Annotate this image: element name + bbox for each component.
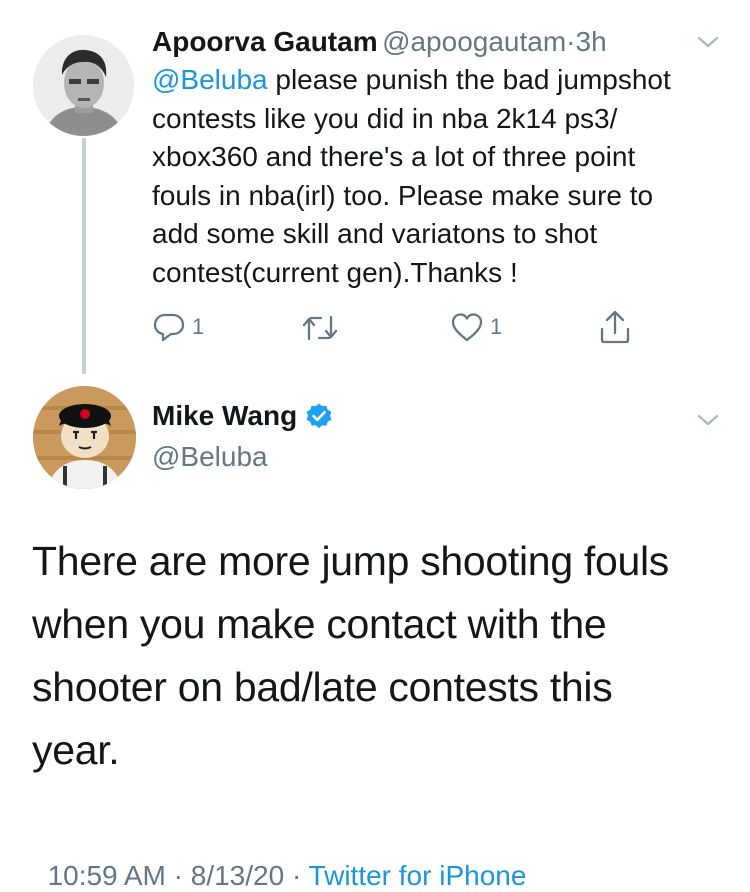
reply-text-line-5: add some skill and variatons to shot: [152, 218, 598, 249]
avatar-photo: [33, 35, 134, 136]
verified-badge-icon: [306, 403, 332, 429]
reply-icon: [153, 313, 185, 342]
like-icon: [451, 313, 483, 342]
main-author-name[interactable]: Mike Wang: [152, 400, 297, 432]
like-button[interactable]: 1: [450, 311, 502, 343]
reply-text-line-3: xbox360 and there's a lot of three point: [152, 141, 636, 172]
main-text-line-3: shooter on bad/late contests this: [32, 664, 613, 710]
reply-author-name[interactable]: Apoorva Gautam: [152, 26, 378, 57]
main-text-line-4: year.: [32, 727, 120, 773]
avatar-illustration: [33, 386, 136, 489]
share-button[interactable]: [598, 309, 632, 345]
reply-text-line-2: contests like you did in nba 2k14 ps3/: [152, 102, 618, 134]
tweet-source-link[interactable]: Twitter for iPhone: [309, 860, 527, 891]
main-chevron-down-icon[interactable]: [696, 412, 720, 433]
thread-connector-line: [82, 138, 86, 374]
reply-tweet-header: Apoorva Gautam @apoogautam·3h: [152, 26, 607, 58]
share-icon: [600, 310, 630, 344]
reply-text-line: @Beluba please punish the bad jumpshot: [152, 61, 732, 100]
main-text-line-1: There are more jump shooting fouls: [32, 538, 670, 584]
chevron-down-icon[interactable]: [696, 34, 720, 55]
main-author-avatar[interactable]: [33, 386, 136, 489]
reply-tweet-text: @Beluba please punish the bad jumpshot c…: [152, 61, 732, 292]
reply-text-line-6: contest(current gen).Thanks !: [152, 256, 518, 288]
reply-time[interactable]: 3h: [576, 26, 607, 57]
reply-count: 1: [192, 314, 205, 339]
mention-link[interactable]: @Beluba: [152, 64, 268, 95]
main-tweet-text: There are more jump shooting fouls when …: [32, 530, 732, 782]
reply-author-avatar[interactable]: [33, 35, 134, 136]
main-author-name-row: Mike Wang: [152, 400, 333, 432]
retweet-button[interactable]: [301, 313, 339, 343]
main-author-handle[interactable]: @Beluba: [152, 441, 268, 473]
reply-text-line-4: fouls in nba(irl) too. Please make sure …: [152, 179, 654, 211]
tweet-meta: 10:59 AM · 8/13/20 · Twitter for iPhone: [32, 828, 527, 892]
tweet-timestamp[interactable]: 10:59 AM · 8/13/20 ·: [48, 860, 309, 891]
reply-author-handle[interactable]: @apoogautam: [382, 26, 566, 57]
reply-text-line-1: please punish the bad jumpshot: [267, 64, 671, 95]
header-separator: ·: [566, 26, 576, 57]
main-text-line-2: when you make contact with the: [32, 601, 607, 647]
reply-button[interactable]: 1: [152, 311, 204, 343]
like-count: 1: [490, 314, 503, 339]
retweet-icon: [302, 315, 338, 341]
